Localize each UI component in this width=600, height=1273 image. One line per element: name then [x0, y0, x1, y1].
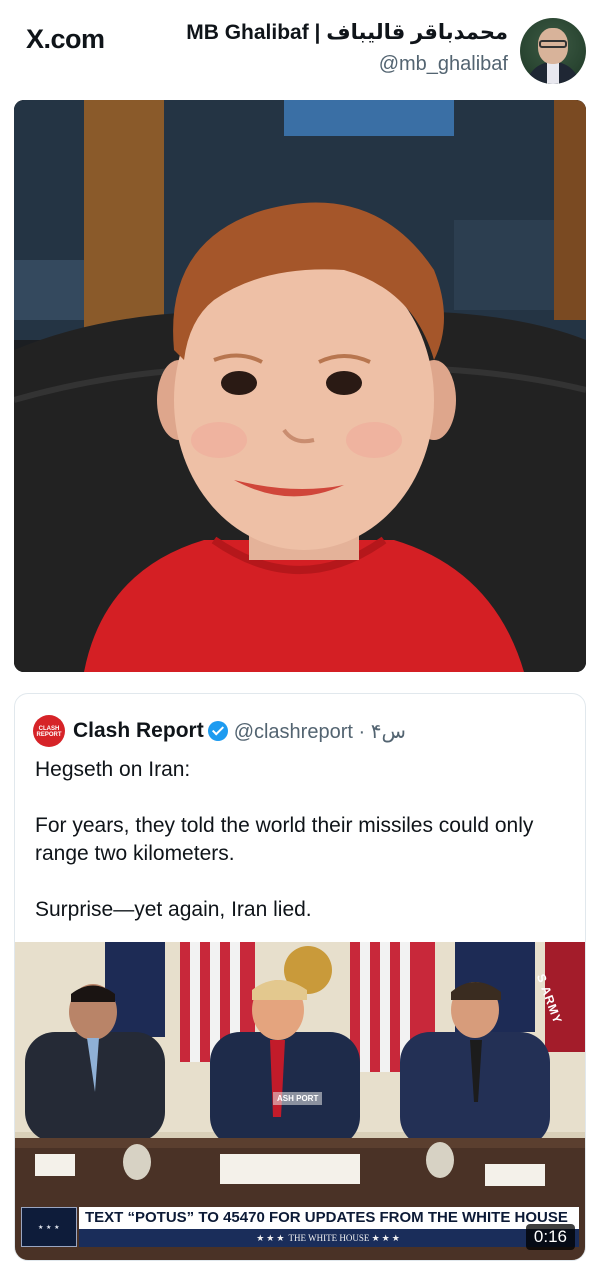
author-handle[interactable]: @mb_ghalibaf: [186, 53, 508, 76]
white-house-seal-icon: ★ ★ ★: [21, 1207, 77, 1247]
author-info[interactable]: MB Ghalibaf | محمدباقر قالیباف @mb_ghali…: [186, 20, 508, 76]
author-name[interactable]: MB Ghalibaf | محمدباقر قالیباف: [186, 20, 508, 45]
video-watermark: ASH PORT: [273, 1092, 323, 1105]
clash-report-avatar[interactable]: CLASH REPORT: [33, 715, 65, 747]
lower-third-banner: TEXT “POTUS” TO 45470 FOR UPDATES FROM T…: [79, 1207, 579, 1229]
quoted-handle-time[interactable]: @clashreport · ۴س: [234, 719, 406, 744]
quoted-text-line-2: For years, they told the world their mis…: [35, 814, 534, 865]
verified-badge-icon: [207, 721, 228, 741]
quoted-tweet-card[interactable]: CLASH REPORT Clash Report @clashreport ·…: [14, 693, 586, 1261]
video-duration: 0:16: [525, 1224, 575, 1250]
lower-third-sub: ★★★ THE WHITE HOUSE ★★★: [79, 1229, 579, 1247]
avatar-shirt: [547, 62, 559, 84]
quoted-author-name[interactable]: Clash Report: [73, 719, 204, 743]
author-avatar[interactable]: [520, 18, 586, 84]
quoted-text-line-1: Hegseth on Iran:: [35, 758, 191, 781]
avatar-logo-text: CLASH REPORT: [36, 726, 62, 738]
site-label: X.com: [26, 24, 105, 54]
photo-illustration: [14, 100, 586, 672]
avatar-glasses: [539, 40, 567, 48]
quoted-text-line-3: Surprise—yet again, Iran lied.: [35, 898, 312, 921]
video-lower-third: ★ ★ ★ TEXT “POTUS” TO 45470 FOR UPDATES …: [21, 1207, 579, 1249]
quoted-tweet-text: Hegseth on Iran: For years, they told th…: [35, 756, 565, 924]
lower-third-sub-text: THE WHITE HOUSE: [288, 1233, 370, 1243]
quoted-tweet-video[interactable]: S ARMY ASH PORT ★ ★ ★ TEXT “POTUS” TO 45…: [15, 942, 585, 1260]
tweet-photo[interactable]: [14, 100, 586, 672]
quoted-tweet-header: CLASH REPORT Clash Report @clashreport ·…: [33, 714, 406, 748]
